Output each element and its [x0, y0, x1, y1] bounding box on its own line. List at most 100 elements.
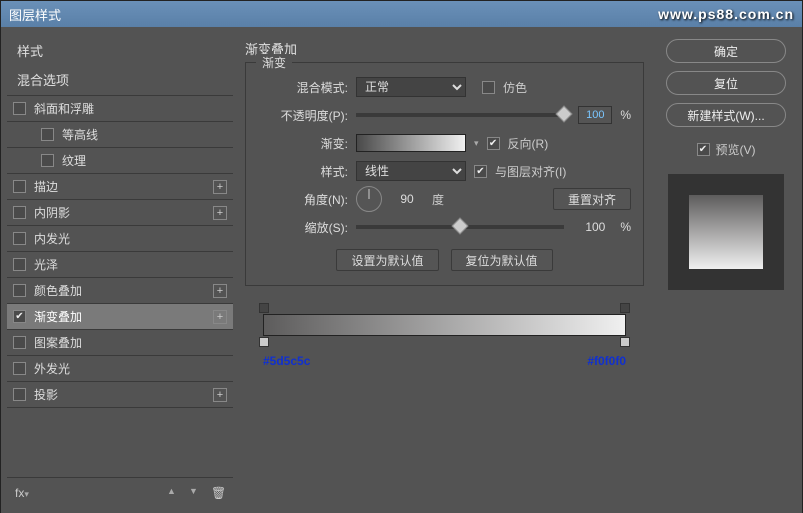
- layer-style-dialog: 图层样式 www.ps88.com.cn 样式 混合选项 斜面和浮雕等高线纹理描…: [0, 0, 803, 513]
- effect-label: 纹理: [62, 152, 227, 169]
- opacity-thumb[interactable]: [556, 106, 573, 123]
- effect-label: 渐变叠加: [34, 308, 213, 325]
- effect-checkbox[interactable]: [13, 258, 26, 271]
- scale-pct: %: [620, 220, 631, 234]
- effect-checkbox[interactable]: [13, 232, 26, 245]
- sidebar-item-7[interactable]: 颜色叠加+: [7, 278, 233, 304]
- scale-label: 缩放(S):: [258, 219, 348, 236]
- sidebar-item-2[interactable]: 纹理: [7, 148, 233, 174]
- sidebar-item-3[interactable]: 描边+: [7, 174, 233, 200]
- effect-label: 投影: [34, 386, 213, 403]
- add-instance-icon[interactable]: +: [213, 388, 227, 402]
- effect-label: 光泽: [34, 256, 227, 273]
- align-label: 与图层对齐(I): [495, 163, 566, 180]
- sidebar-item-4[interactable]: 内阴影+: [7, 200, 233, 226]
- blend-mode-select[interactable]: 正常: [356, 77, 466, 97]
- sidebar-item-10[interactable]: 外发光: [7, 356, 233, 382]
- preview-checkbox[interactable]: [697, 143, 710, 156]
- gradient-dropdown-icon[interactable]: ▾: [474, 138, 479, 149]
- reverse-label: 反向(R): [508, 135, 549, 152]
- move-up-icon[interactable]: ▲: [167, 486, 181, 500]
- sidebar-item-8[interactable]: 渐变叠加+: [7, 304, 233, 330]
- sidebar-item-0[interactable]: 斜面和浮雕: [7, 96, 233, 122]
- trash-icon[interactable]: 🗑: [211, 486, 225, 500]
- blend-mode-label: 混合模式:: [258, 79, 348, 96]
- opacity-pct: %: [620, 108, 631, 122]
- right-panel: 确定 复位 新建样式(W)... 预览(V): [656, 33, 796, 507]
- effect-checkbox[interactable]: [41, 128, 54, 141]
- deg-label: 度: [432, 191, 444, 208]
- hex-right: #f0f0f0: [587, 354, 626, 368]
- dialog-body: 样式 混合选项 斜面和浮雕等高线纹理描边+内阴影+内发光光泽颜色叠加+渐变叠加+…: [1, 27, 802, 513]
- gradient-label: 渐变:: [258, 135, 348, 152]
- effect-label: 颜色叠加: [34, 282, 213, 299]
- blend-options-heading[interactable]: 混合选项: [7, 64, 233, 96]
- reverse-checkbox[interactable]: [487, 137, 500, 150]
- effect-label: 斜面和浮雕: [34, 100, 227, 117]
- effect-checkbox[interactable]: [13, 388, 26, 401]
- opacity-stop-right[interactable]: [620, 303, 630, 313]
- opacity-slider[interactable]: [356, 113, 564, 117]
- section-title: 渐变叠加: [245, 39, 644, 58]
- make-default-button[interactable]: 设置为默认值: [336, 249, 438, 271]
- move-down-icon[interactable]: ▼: [189, 486, 203, 500]
- preview-box: [668, 174, 784, 290]
- reset-align-button[interactable]: 重置对齐: [553, 188, 631, 210]
- opacity-stop-left[interactable]: [259, 303, 269, 313]
- style-label: 样式:: [258, 163, 348, 180]
- styles-heading[interactable]: 样式: [7, 33, 233, 64]
- angle-dial[interactable]: [356, 186, 382, 212]
- color-stop-left[interactable]: [259, 337, 269, 347]
- window-title: 图层样式: [9, 5, 61, 24]
- effect-checkbox[interactable]: [13, 284, 26, 297]
- effect-checkbox[interactable]: [41, 154, 54, 167]
- effect-label: 内阴影: [34, 204, 213, 221]
- gradient-group: 渐变 混合模式: 正常 仿色 不透明度(P): % 渐变:: [245, 62, 644, 286]
- dither-checkbox[interactable]: [482, 81, 495, 94]
- sidebar-item-11[interactable]: 投影+: [7, 382, 233, 408]
- titlebar[interactable]: 图层样式 www.ps88.com.cn: [1, 1, 802, 27]
- effect-checkbox[interactable]: [13, 102, 26, 115]
- effect-checkbox[interactable]: [13, 362, 26, 375]
- sidebar-item-9[interactable]: 图案叠加: [7, 330, 233, 356]
- effect-label: 描边: [34, 178, 213, 195]
- add-instance-icon[interactable]: +: [213, 206, 227, 220]
- effect-checkbox[interactable]: [13, 310, 26, 323]
- gradient-bar[interactable]: [263, 314, 626, 336]
- color-stop-right[interactable]: [620, 337, 630, 347]
- effect-checkbox[interactable]: [13, 206, 26, 219]
- group-title: 渐变: [256, 54, 292, 71]
- new-style-button[interactable]: 新建样式(W)...: [666, 103, 786, 127]
- effect-label: 图案叠加: [34, 334, 227, 351]
- sidebar-footer: fx▾ ▲ ▼ 🗑: [7, 477, 233, 507]
- fx-icon[interactable]: fx▾: [15, 486, 29, 500]
- hex-left: #5d5c5c: [263, 354, 310, 368]
- effect-label: 内发光: [34, 230, 227, 247]
- gradient-editor: #5d5c5c #f0f0f0: [245, 314, 644, 368]
- scale-value[interactable]: 100: [578, 220, 612, 234]
- sidebar-item-6[interactable]: 光泽: [7, 252, 233, 278]
- align-checkbox[interactable]: [474, 165, 487, 178]
- sidebar-item-1[interactable]: 等高线: [7, 122, 233, 148]
- effect-checkbox[interactable]: [13, 336, 26, 349]
- main-panel: 渐变叠加 渐变 混合模式: 正常 仿色 不透明度(P): % 渐变: [233, 33, 656, 507]
- effect-label: 外发光: [34, 360, 227, 377]
- scale-thumb[interactable]: [452, 218, 469, 235]
- opacity-label: 不透明度(P):: [258, 107, 348, 124]
- opacity-input[interactable]: [578, 106, 612, 124]
- gradient-preview[interactable]: [356, 134, 466, 152]
- angle-value[interactable]: 90: [390, 192, 424, 206]
- style-select[interactable]: 线性: [356, 161, 466, 181]
- add-instance-icon[interactable]: +: [213, 284, 227, 298]
- reset-default-button[interactable]: 复位为默认值: [451, 249, 553, 271]
- reset-button[interactable]: 复位: [666, 71, 786, 95]
- effect-label: 等高线: [62, 126, 227, 143]
- ok-button[interactable]: 确定: [666, 39, 786, 63]
- watermark: www.ps88.com.cn: [658, 6, 794, 22]
- effect-checkbox[interactable]: [13, 180, 26, 193]
- sidebar-item-5[interactable]: 内发光: [7, 226, 233, 252]
- styles-sidebar: 样式 混合选项 斜面和浮雕等高线纹理描边+内阴影+内发光光泽颜色叠加+渐变叠加+…: [7, 33, 233, 507]
- scale-slider[interactable]: [356, 225, 564, 229]
- add-instance-icon[interactable]: +: [213, 310, 227, 324]
- add-instance-icon[interactable]: +: [213, 180, 227, 194]
